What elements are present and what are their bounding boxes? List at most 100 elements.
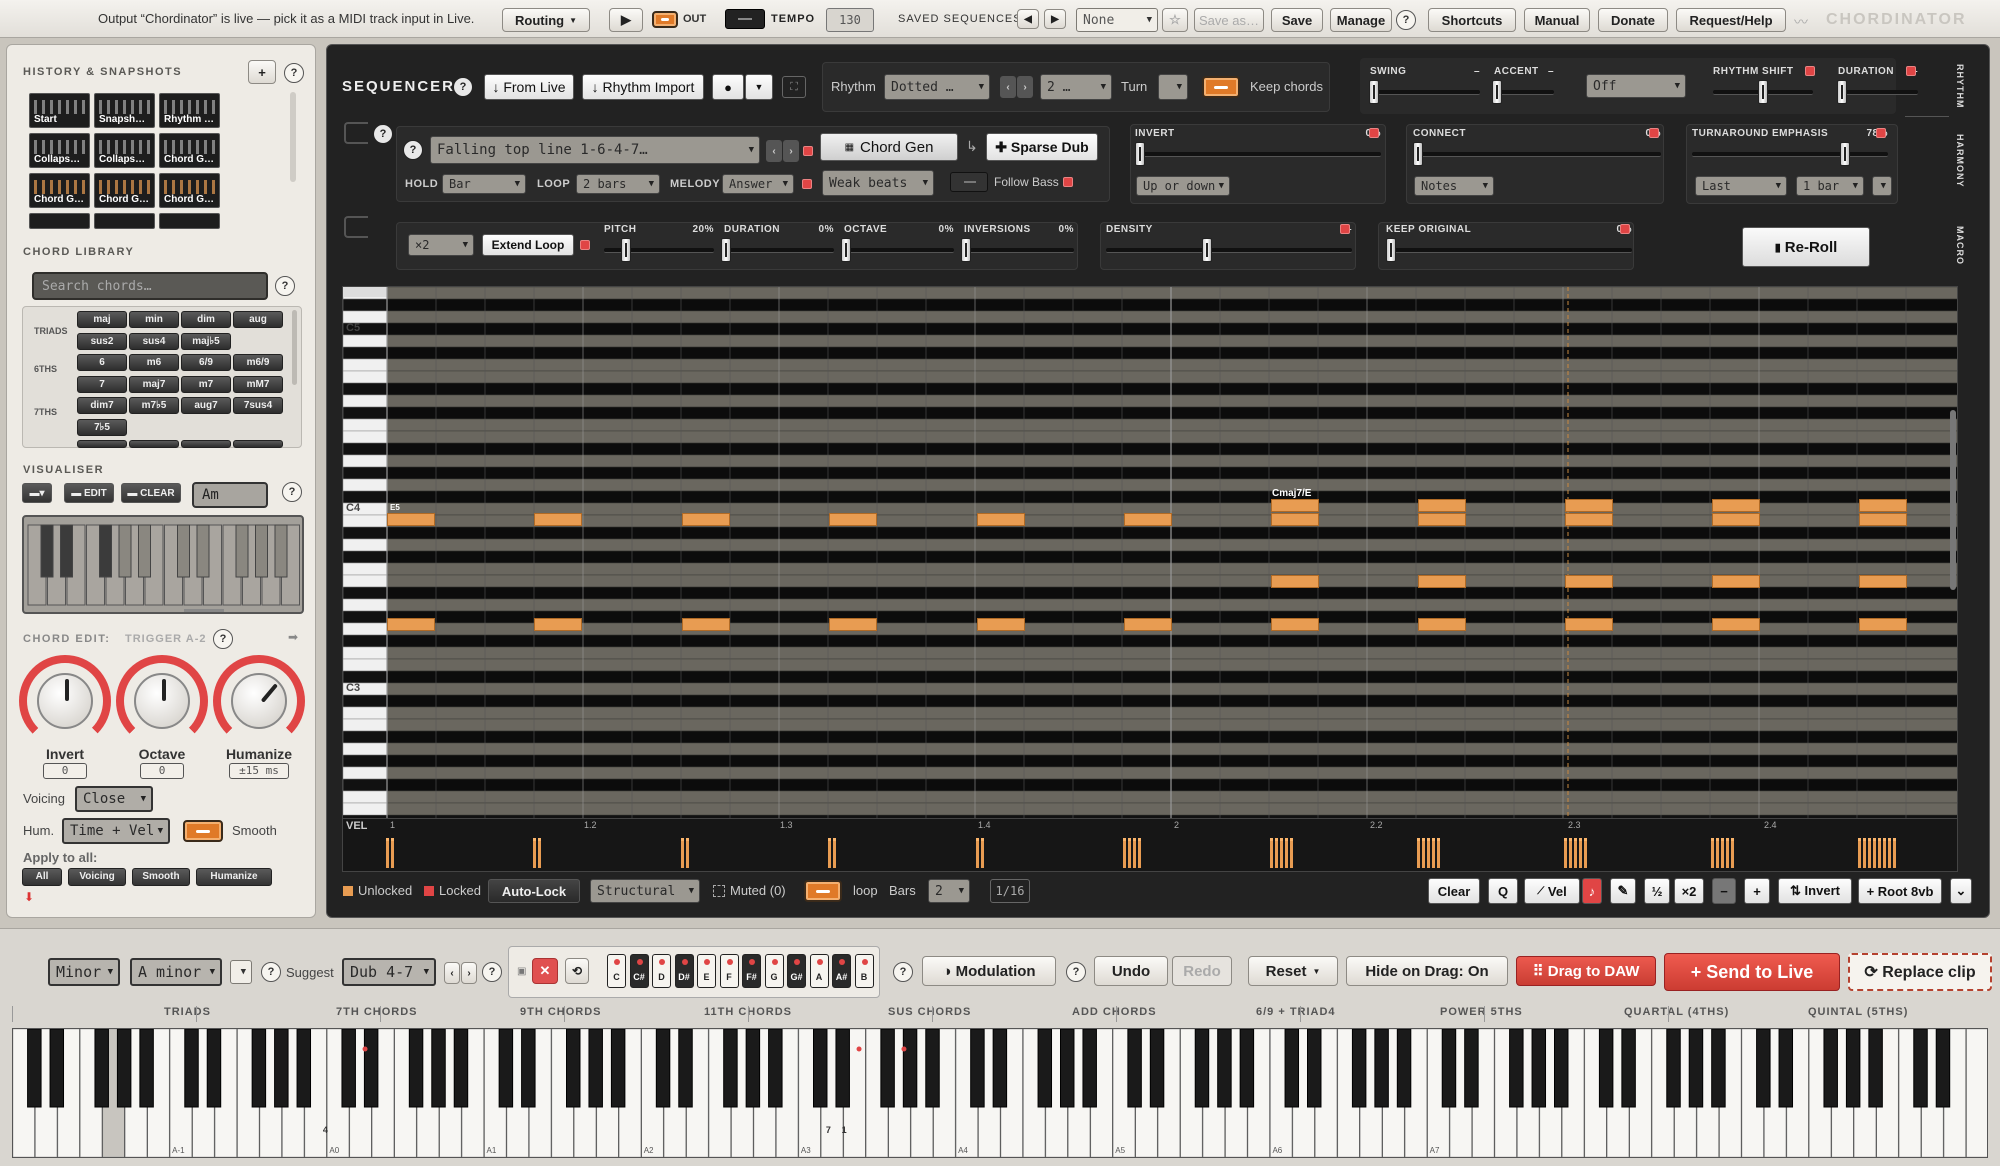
knob-cap[interactable] (231, 673, 287, 729)
routing-button[interactable]: Routing ▼ (502, 8, 590, 32)
note[interactable] (1271, 575, 1319, 588)
velocity-bar[interactable] (1883, 838, 1886, 868)
manual-button[interactable]: Manual (1524, 8, 1590, 32)
shortcuts-button[interactable]: Shortcuts (1428, 8, 1516, 32)
velocity-bar[interactable] (1138, 838, 1141, 868)
key-select[interactable]: A minor (130, 958, 222, 986)
velocity-bar[interactable] (1721, 838, 1724, 868)
slider-thumb[interactable] (1492, 80, 1502, 104)
add-snapshot-button[interactable]: + (248, 60, 276, 84)
chord-button[interactable]: dim7 (77, 397, 127, 414)
note[interactable] (682, 618, 730, 631)
snapshot-thumb[interactable] (159, 213, 220, 229)
grid-input[interactable]: 1/16 (990, 879, 1030, 903)
melody-select[interactable]: Answer (722, 174, 794, 194)
turnaround-length-select[interactable]: 1 bar (1796, 176, 1864, 196)
slider-track[interactable] (964, 248, 1074, 253)
root-8vb-button[interactable]: + Root 8vb (1858, 878, 1942, 904)
favorite-button[interactable]: ☆ (1162, 8, 1188, 32)
knob-cap[interactable] (37, 673, 93, 729)
velocity-bar[interactable] (1133, 838, 1136, 868)
note[interactable] (1271, 513, 1319, 526)
note[interactable] (1712, 499, 1760, 512)
chord-button[interactable]: mM7 (233, 375, 283, 393)
help-icon[interactable]: ? (373, 124, 393, 144)
tempo-input[interactable]: 130 (826, 8, 874, 32)
slider-track[interactable] (1106, 248, 1352, 253)
note-toggle-b[interactable]: B (854, 954, 874, 988)
chord-button[interactable] (129, 440, 179, 448)
suggest-prev-button[interactable]: ‹ (444, 962, 460, 984)
keyboard-keys[interactable]: A-1 A0 A1 A2 A3 A4 A5 A6 A7 4 7 1 (13, 1029, 1988, 1158)
velocity-bar[interactable] (1863, 838, 1866, 868)
manage-button[interactable]: Manage (1330, 8, 1392, 32)
velocity-bar[interactable] (1422, 838, 1425, 868)
note[interactable] (1565, 575, 1613, 588)
velocity-bar[interactable] (1726, 838, 1729, 868)
chord-search-input[interactable]: Search chords… (32, 272, 268, 300)
humanize-select[interactable]: Time + Vel (62, 818, 170, 844)
help-icon[interactable]: ? (261, 962, 281, 982)
save-button[interactable]: Save (1271, 8, 1323, 32)
velocity-bar[interactable] (981, 838, 984, 868)
modulation-button[interactable]: ◑ Modulation (922, 956, 1056, 986)
lock-indicator[interactable] (1340, 224, 1350, 234)
note-toggle-g[interactable]: G (764, 954, 784, 988)
velocity-bar[interactable] (1888, 838, 1891, 868)
preset-next-button[interactable]: › (783, 140, 799, 162)
slider-thumb[interactable] (1839, 142, 1850, 166)
help-icon[interactable]: ? (1396, 10, 1416, 30)
more-button[interactable]: ⌄ (1950, 878, 1972, 904)
snapshot-thumb[interactable]: Chord G… (29, 173, 90, 208)
invert-mode-select[interactable]: Up or down (1136, 176, 1230, 196)
note-toggle-e[interactable]: E (697, 954, 716, 988)
velocity-bar[interactable] (828, 838, 831, 868)
snapshot-thumb[interactable] (29, 213, 90, 229)
structural-select[interactable]: Structural (590, 879, 700, 903)
chord-button[interactable]: maj (77, 311, 127, 328)
knob[interactable] (124, 663, 200, 739)
clear-button[interactable]: Clear (1428, 878, 1480, 904)
help-icon[interactable]: ? (213, 629, 233, 649)
velocity-bar[interactable] (686, 838, 689, 868)
lock-indicator[interactable] (1906, 66, 1916, 76)
help-icon[interactable]: ? (282, 482, 302, 502)
note-toggle-d[interactable]: D (652, 954, 671, 988)
drag-to-daw-button[interactable]: ⠿ Drag to DAW (1516, 956, 1656, 986)
snapshot-thumb[interactable]: Rhythm … (159, 93, 220, 128)
note[interactable] (1124, 618, 1172, 631)
velocity-bar[interactable] (1432, 838, 1435, 868)
rhythm-prev-button[interactable]: ‹ (1000, 76, 1016, 98)
velocity-bar[interactable] (1868, 838, 1871, 868)
lock-indicator[interactable] (1649, 128, 1659, 138)
mode-select[interactable]: Minor (48, 958, 120, 986)
quantize-button[interactable]: Q (1488, 878, 1518, 904)
slider-thumb[interactable] (1369, 80, 1380, 104)
help-icon[interactable]: ? (1066, 962, 1086, 982)
velocity-bar[interactable] (1280, 838, 1283, 868)
note[interactable] (534, 618, 582, 631)
chord-button[interactable]: maj♭5 (181, 332, 231, 350)
velocity-bar[interactable] (1285, 838, 1288, 868)
invert-button[interactable]: ⇅ Invert (1778, 878, 1852, 904)
tab-harmony[interactable]: HARMONY (1955, 134, 1965, 188)
slider-thumb[interactable] (1201, 238, 1212, 262)
suggest-next-button[interactable]: › (461, 962, 477, 984)
chord-button[interactable]: min (129, 311, 179, 328)
rhythm-select[interactable]: Dotted … (884, 74, 990, 100)
hide-on-drag-button[interactable]: Hide on Drag: On (1346, 956, 1508, 986)
clear-visualiser-button[interactable]: ▬ CLEAR (121, 483, 181, 503)
note[interactable] (1712, 513, 1760, 526)
slider-thumb[interactable] (1412, 142, 1423, 166)
suggest-select[interactable]: Dub 4-7 (342, 958, 436, 986)
help-icon[interactable]: ? (403, 140, 423, 160)
velocity-button[interactable]: ⟋ Vel (1524, 878, 1580, 904)
loop-select[interactable]: 2 bars (576, 174, 660, 194)
note[interactable] (829, 513, 877, 526)
velocity-bar[interactable] (1584, 838, 1587, 868)
chord-button[interactable]: 7sus4 (233, 397, 283, 414)
note-toggle-a[interactable]: A (809, 954, 829, 988)
lock-indicator[interactable] (1620, 224, 1630, 234)
note[interactable] (1859, 618, 1907, 631)
follow-bass-toggle[interactable] (950, 172, 988, 192)
